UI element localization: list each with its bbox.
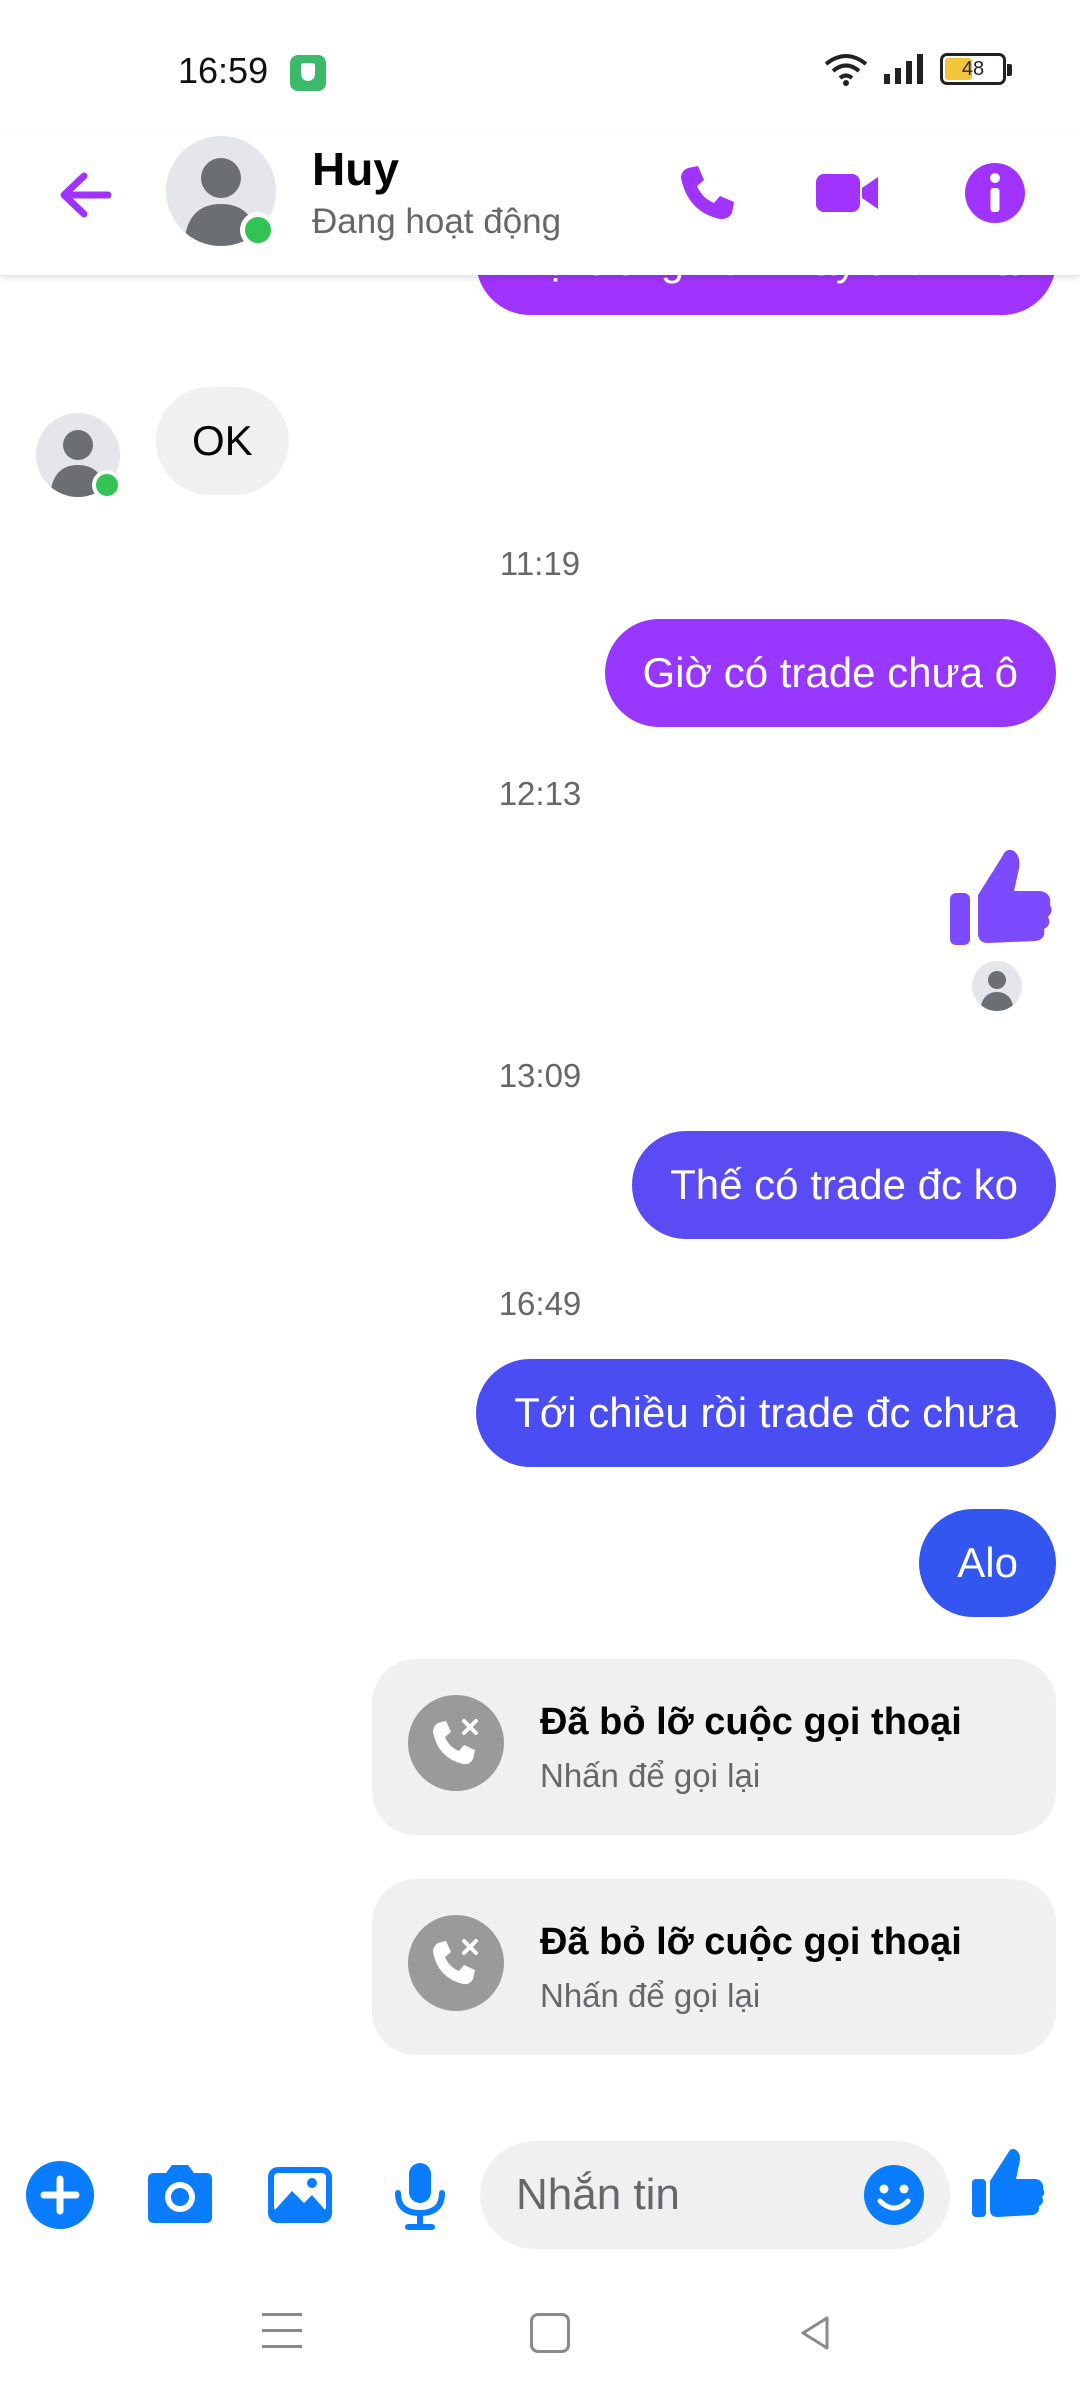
- missed-call-card[interactable]: Đã bỏ lỡ cuộc gọi thoại Nhấn để gọi lại: [372, 1879, 1056, 2055]
- message-list[interactable]: Nội trong hôm nay thôi nha OK 11:19 Giờ …: [0, 275, 1080, 2115]
- missed-call-title: Đã bỏ lỡ cuộc gọi thoại: [540, 1701, 962, 1743]
- timestamp: 13:09: [498, 1057, 582, 1094]
- missed-call-icon: [408, 1915, 504, 2011]
- default-avatar-icon: [980, 971, 1014, 1011]
- composer-bar: [0, 2115, 1080, 2275]
- missed-call-title: Đã bỏ lỡ cuộc gọi thoại: [540, 1921, 962, 1963]
- shield-icon: [290, 55, 326, 91]
- emoji-icon[interactable]: [854, 2155, 934, 2235]
- online-indicator: [240, 212, 276, 248]
- missed-call-card[interactable]: Đã bỏ lỡ cuộc gọi thoại Nhấn để gọi lại: [372, 1659, 1056, 1835]
- thumbs-up-icon[interactable]: [966, 2145, 1046, 2225]
- message-outgoing[interactable]: Giờ có trade chưa ô: [604, 619, 1056, 727]
- thumbs-up-icon[interactable]: [944, 843, 1056, 955]
- status-bar: 16:59 48: [0, 0, 1080, 130]
- missed-call-subtitle: Nhấn để gọi lại: [540, 1977, 761, 2014]
- battery-level: 48: [961, 58, 985, 80]
- timestamp: 12:13: [498, 775, 582, 812]
- back-arrow-icon[interactable]: [50, 160, 120, 230]
- message-outgoing[interactable]: Nội trong hôm nay thôi nha: [475, 275, 1056, 315]
- image-icon[interactable]: [260, 2155, 340, 2235]
- signal-icon: [884, 54, 923, 84]
- timestamp: 16:49: [498, 1285, 582, 1322]
- camera-icon[interactable]: [140, 2155, 220, 2235]
- chat-header: Huy Đang hoạt động: [0, 130, 1080, 275]
- message-incoming[interactable]: OK: [156, 387, 289, 495]
- home-icon[interactable]: [530, 2313, 570, 2353]
- microphone-icon[interactable]: [380, 2155, 460, 2235]
- message-outgoing[interactable]: Tới chiều rồi trade đc chưa: [476, 1359, 1056, 1467]
- status-icons: 48: [824, 52, 1012, 86]
- online-indicator: [92, 470, 122, 500]
- message-outgoing[interactable]: Alo: [919, 1509, 1056, 1617]
- recent-apps-icon[interactable]: [262, 2313, 302, 2353]
- plus-icon[interactable]: [20, 2155, 100, 2235]
- battery-icon: 48: [940, 53, 1012, 85]
- nav-back-icon[interactable]: [795, 2313, 835, 2353]
- contact-name[interactable]: Huy: [312, 142, 399, 196]
- video-icon[interactable]: [812, 158, 882, 228]
- seen-avatar: [972, 961, 1022, 1011]
- system-nav-bar: [0, 2275, 1080, 2400]
- phone-icon[interactable]: [672, 158, 742, 228]
- missed-call-subtitle: Nhấn để gọi lại: [540, 1757, 761, 1794]
- status-time: 16:59: [178, 50, 269, 91]
- contact-status: Đang hoạt động: [312, 202, 562, 241]
- info-icon[interactable]: [960, 158, 1030, 228]
- wifi-icon: [824, 54, 868, 86]
- message-outgoing[interactable]: Thế có trade đc ko: [632, 1131, 1056, 1239]
- timestamp: 11:19: [499, 545, 581, 582]
- missed-call-icon: [408, 1695, 504, 1791]
